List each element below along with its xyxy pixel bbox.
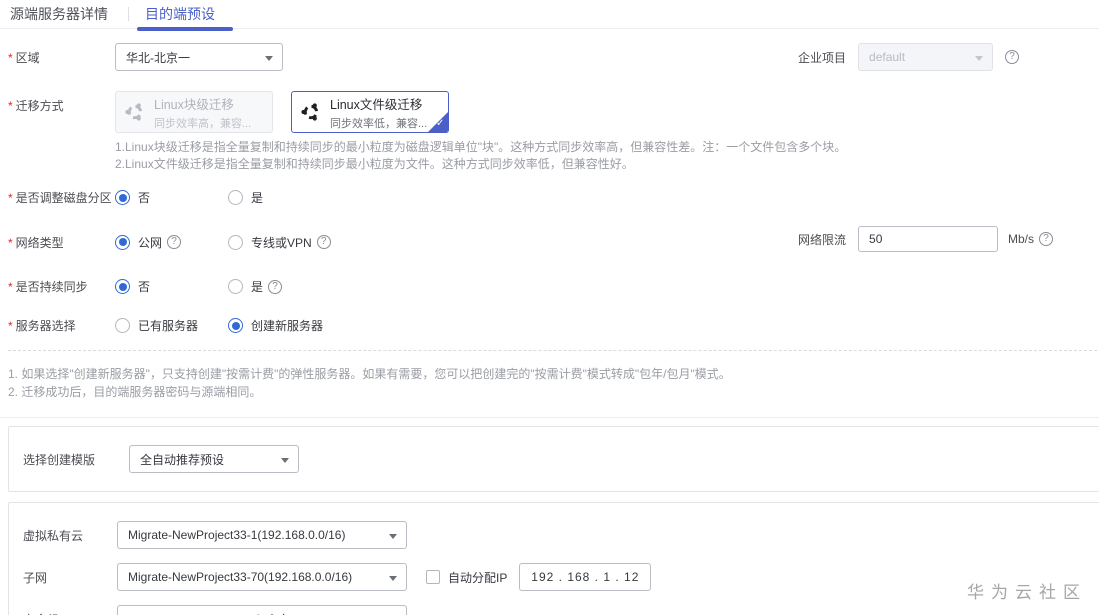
migration-card-file-level[interactable]: Linux文件级迁移 同步效率低，兼容... ✓ xyxy=(291,91,449,133)
radio-network-public[interactable]: 公网 ? xyxy=(115,234,228,251)
server-note-1: 1. 如果选择"创建新服务器"，只支持创建"按需计费"的弹性服务器。如果有需要，… xyxy=(8,367,731,381)
tab-source-server-details[interactable]: 源端服务器详情 xyxy=(0,0,128,29)
region-value: 华北-北京一 xyxy=(126,50,190,65)
radio-continuous-sync-no[interactable]: 否 xyxy=(115,278,228,295)
chevron-down-icon xyxy=(281,458,289,463)
chevron-down-icon xyxy=(389,576,397,581)
radio-network-vpn[interactable]: 专线或VPN ? xyxy=(228,234,331,251)
subnet-value: Migrate-NewProject33-70(192.168.0.0/16) xyxy=(128,570,353,584)
tab-target-preset[interactable]: 目的端预设 xyxy=(129,0,241,31)
card-title: Linux块级迁移 xyxy=(154,97,234,112)
network-settings-panel: 虚拟私有云 Migrate-NewProject33-1(192.168.0.0… xyxy=(8,502,1099,615)
network-type-label: 网络类型 xyxy=(8,234,115,251)
enterprise-project-select: default xyxy=(858,43,994,71)
template-panel: 选择创建模版 全自动推荐预设 xyxy=(8,426,1099,492)
vpn-help-icon[interactable]: ? xyxy=(316,235,331,249)
server-note-2: 2. 迁移成功后，目的端服务器密码与源端相同。 xyxy=(8,385,262,399)
section-divider xyxy=(0,417,1099,418)
vpc-select[interactable]: Migrate-NewProject33-1(192.168.0.0/16) xyxy=(117,521,407,549)
template-label: 选择创建模版 xyxy=(23,452,96,467)
continuous-sync-label: 是否持续同步 xyxy=(8,278,115,295)
migration-note-2: 2.Linux文件级迁移是指全量复制和持续同步最小粒度为文件。这种方式同步效率低… xyxy=(115,157,634,171)
chevron-down-icon xyxy=(265,56,273,61)
public-network-help-icon[interactable]: ? xyxy=(167,235,182,249)
chevron-down-icon xyxy=(975,56,984,61)
ubuntu-logo-icon xyxy=(125,103,143,121)
ubuntu-logo-icon xyxy=(301,103,319,121)
network-limit-help-icon[interactable]: ? xyxy=(1039,232,1054,246)
auto-assign-ip-label: 自动分配IP xyxy=(448,570,508,585)
chevron-down-icon xyxy=(389,534,397,539)
radio-icon xyxy=(228,279,243,294)
card-subtitle: 同步效率低，兼容... xyxy=(330,117,428,130)
radio-create-new-server[interactable]: 创建新服务器 xyxy=(228,317,323,334)
subnet-label: 子网 xyxy=(23,570,48,585)
migration-method-label: 迁移方式 xyxy=(8,91,115,114)
enterprise-project-value: default xyxy=(869,50,906,64)
vpc-value: Migrate-NewProject33-1(192.168.0.0/16) xyxy=(128,528,346,542)
subnet-select[interactable]: Migrate-NewProject33-70(192.168.0.0/16) xyxy=(117,563,407,591)
dashed-divider xyxy=(8,350,1099,351)
radio-icon xyxy=(115,318,130,333)
security-group-select[interactable]: Migrate-NewProject33 (入方向: tcp:8899/3389… xyxy=(117,605,407,615)
radio-icon xyxy=(228,190,243,205)
template-value: 全自动推荐预设 xyxy=(140,452,225,467)
auto-assign-ip-checkbox[interactable] xyxy=(426,570,440,584)
huawei-cloud-community-watermark: 华为云社区 xyxy=(967,583,1087,602)
migration-note-1: 1.Linux块级迁移是指全量复制和持续同步的最小粒度为磁盘逻辑单位"块"。这种… xyxy=(115,140,847,154)
radio-adjust-partition-no[interactable]: 否 xyxy=(115,189,228,206)
target-preset-page: 源端服务器详情 目的端预设 区域 华北-北京一 企业项目 default ? xyxy=(0,0,1099,615)
tab-bar: 源端服务器详情 目的端预设 xyxy=(0,0,1099,31)
vpc-label: 虚拟私有云 xyxy=(23,528,84,543)
network-limit-unit: Mb/s xyxy=(1008,232,1035,246)
enterprise-project-label: 企业项目 xyxy=(798,50,847,65)
network-limit-label: 网络限流 xyxy=(798,232,847,247)
selected-check-icon: ✓ xyxy=(428,112,448,132)
radio-icon xyxy=(228,234,243,250)
radio-icon xyxy=(115,190,130,205)
auto-assign-ip-option[interactable]: 自动分配IP xyxy=(426,569,507,586)
network-limit-input[interactable] xyxy=(858,226,999,252)
continuous-sync-help-icon[interactable]: ? xyxy=(268,279,283,294)
server-selection-label: 服务器选择 xyxy=(8,317,115,334)
ip-address-input[interactable]: 192 . 168 . 1 . 12 xyxy=(519,563,652,591)
card-subtitle: 同步效率高，兼容... xyxy=(154,117,252,130)
security-group-value: Migrate-NewProject33 (入方向: tcp:8899/3389… xyxy=(128,611,380,615)
migration-card-block-level[interactable]: Linux块级迁移 同步效率高，兼容... xyxy=(115,91,273,133)
region-select[interactable]: 华北-北京一 xyxy=(115,43,283,71)
tab-target-preset-label: 目的端预设 xyxy=(145,6,215,22)
radio-adjust-partition-yes[interactable]: 是 xyxy=(228,189,263,206)
enterprise-project-help-icon[interactable]: ? xyxy=(1005,50,1020,64)
template-select[interactable]: 全自动推荐预设 xyxy=(129,445,299,473)
radio-continuous-sync-yes[interactable]: 是 ? xyxy=(228,278,283,295)
ip-address-value: 192 . 168 . 1 . 12 xyxy=(531,570,640,584)
adjust-partition-label: 是否调整磁盘分区 xyxy=(8,189,115,206)
radio-icon xyxy=(115,234,130,250)
card-title: Linux文件级迁移 xyxy=(330,97,423,112)
security-group-label: 安全组 xyxy=(23,611,117,615)
region-label: 区域 xyxy=(8,43,115,66)
radio-icon xyxy=(228,318,243,333)
radio-icon xyxy=(115,279,130,294)
radio-existing-server[interactable]: 已有服务器 xyxy=(115,317,228,334)
